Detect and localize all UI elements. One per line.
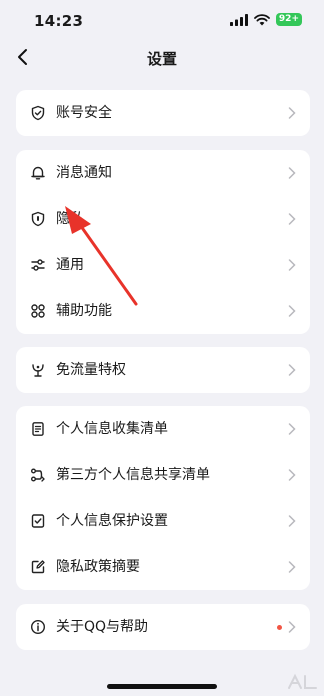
settings-group-general: 消息通知 隐私 通用 辅助功能	[16, 150, 310, 334]
document-list-icon	[32, 422, 44, 436]
settings-item-about-help[interactable]: 关于QQ与帮助	[16, 604, 310, 650]
settings-item-label: 免流量特权	[56, 362, 126, 378]
settings-item-notifications[interactable]: 消息通知	[16, 150, 310, 196]
wifi-icon	[254, 13, 270, 25]
chevron-right-icon	[288, 305, 296, 317]
settings-item-label: 辅助功能	[56, 303, 112, 319]
settings-item-account-security[interactable]: 账号安全	[16, 90, 310, 136]
shield-check-icon	[31, 105, 45, 121]
chevron-right-icon	[288, 213, 296, 225]
settings-item-free-data[interactable]: 免流量特权	[16, 347, 310, 393]
chevron-right-icon	[288, 469, 296, 481]
settings-item-label: 账号安全	[56, 105, 112, 121]
settings-item-third-party-sharing-list[interactable]: 第三方个人信息共享清单	[16, 452, 310, 498]
settings-item-label: 隐私	[56, 211, 84, 227]
share-icon	[31, 468, 45, 482]
chevron-right-icon	[288, 561, 296, 573]
settings-group-about: 关于QQ与帮助	[16, 604, 310, 650]
chevron-right-icon	[288, 167, 296, 179]
settings-item-privacy[interactable]: 隐私	[16, 196, 310, 242]
chevron-right-icon	[288, 107, 296, 119]
notification-dot	[277, 625, 282, 630]
edit-icon	[31, 560, 45, 574]
grid-icon	[31, 304, 45, 318]
chevron-right-icon	[288, 423, 296, 435]
battery-indicator: 92+	[275, 13, 302, 26]
chevron-right-icon	[288, 259, 296, 271]
chevron-right-icon	[288, 515, 296, 527]
settings-group-personal-info: 个人信息收集清单 第三方个人信息共享清单 个人信息保护设置 隐私政策摘要	[16, 406, 310, 590]
status-bar: 14:23 92+	[0, 0, 324, 40]
checkbox-icon	[31, 514, 45, 528]
settings-item-label: 第三方个人信息共享清单	[56, 467, 210, 483]
nav-bar: 设置	[0, 40, 324, 74]
signal-icon	[229, 13, 248, 26]
watermark-logo-icon	[288, 673, 317, 689]
sliders-icon	[31, 259, 45, 271]
settings-item-general[interactable]: 通用	[16, 242, 310, 288]
settings-item-label: 隐私政策摘要	[56, 559, 140, 575]
privacy-shield-icon	[31, 211, 45, 227]
status-time: 14:23	[34, 12, 84, 30]
settings-item-label: 关于QQ与帮助	[56, 619, 149, 635]
chevron-right-icon	[288, 364, 296, 376]
settings-item-info-collection-list[interactable]: 个人信息收集清单	[16, 406, 310, 452]
settings-item-info-protection-settings[interactable]: 个人信息保护设置	[16, 498, 310, 544]
settings-group-data: 免流量特权	[16, 347, 310, 393]
home-indicator	[107, 684, 217, 689]
settings-item-accessibility[interactable]: 辅助功能	[16, 288, 310, 334]
bell-icon	[31, 166, 45, 180]
info-icon	[30, 619, 46, 635]
status-icons: 92+	[229, 13, 302, 26]
settings-item-privacy-policy-summary[interactable]: 隐私政策摘要	[16, 544, 310, 590]
settings-group-account: 账号安全	[16, 90, 310, 136]
chevron-right-icon	[288, 621, 296, 633]
settings-item-label: 个人信息保护设置	[56, 513, 168, 529]
settings-item-label: 通用	[56, 257, 84, 273]
settings-item-label: 个人信息收集清单	[56, 421, 168, 437]
settings-item-label: 消息通知	[56, 165, 112, 181]
page-title: 设置	[146, 50, 177, 68]
data-free-icon	[32, 364, 44, 377]
